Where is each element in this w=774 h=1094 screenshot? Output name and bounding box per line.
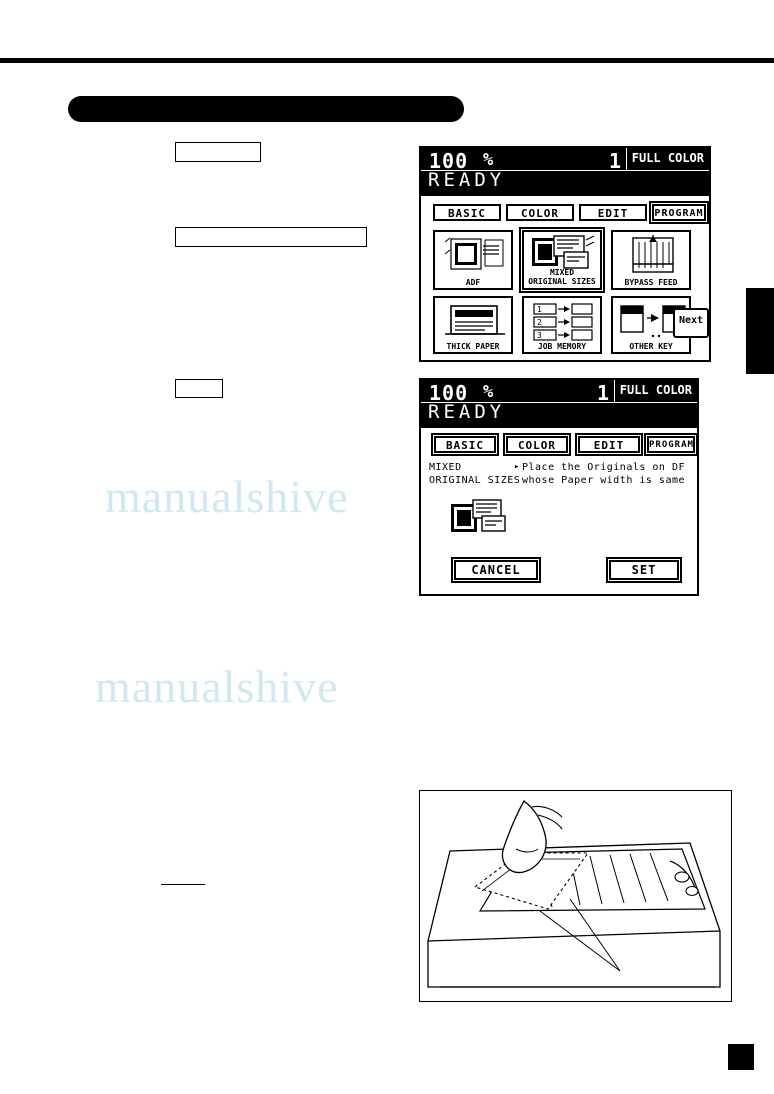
watermark-line-2: manualshive — [95, 661, 339, 712]
tab-row-1: BASIC COLOR EDIT PROGRAM — [421, 204, 709, 224]
function-mixed-label-line1: MIXED — [549, 268, 575, 277]
control-panel-screen-1: 100 % 1 FULL COLOR READY BASIC COLOR EDI… — [419, 146, 711, 362]
status-bar-2: 100 % 1 FULL COLOR READY — [421, 380, 697, 428]
adf-icon — [435, 234, 511, 276]
instruction-box-3 — [175, 379, 223, 398]
svg-text:3: 3 — [537, 331, 542, 340]
function-job-memory[interactable]: 1 2 3 JOB MEMORY — [522, 296, 602, 354]
section-heading-bar — [68, 96, 464, 122]
function-thick-paper[interactable]: THICK PAPER — [433, 296, 513, 354]
instruction-line1: Place the Originals on DF — [522, 462, 686, 473]
mixed-original-sizes-icon — [524, 234, 600, 269]
function-other-key-label: OTHER KEY — [629, 342, 673, 351]
svg-text:1: 1 — [537, 305, 542, 314]
page-canvas: manualshive manualshive C 100 % 1 FULL C… — [0, 0, 774, 1094]
percent-symbol-1: % — [483, 150, 494, 170]
control-panel-screen-2: 100 % 1 FULL COLOR READY BASIC COLOR EDI… — [419, 378, 699, 596]
illustration-document-feeder — [419, 790, 732, 1002]
function-bypass-feed[interactable]: BYPASS FEED — [611, 230, 691, 290]
tab-program-1[interactable]: PROGRAM — [652, 204, 706, 221]
function-thick-paper-label: THICK PAPER — [446, 342, 500, 351]
svg-text:2: 2 — [537, 318, 542, 327]
next-button[interactable]: Next — [673, 308, 709, 338]
function-mixed-label-line2: ORIGINAL SIZES — [528, 277, 596, 286]
tab-edit-2[interactable]: EDIT — [578, 436, 640, 453]
mode-label-line1: MIXED — [429, 462, 462, 473]
status-divider-2 — [614, 380, 615, 402]
bypass-feed-icon — [613, 234, 689, 276]
instruction-underline — [161, 884, 205, 885]
tab-basic-1[interactable]: BASIC — [433, 204, 501, 221]
page-top-rule — [0, 58, 774, 63]
thick-paper-icon — [435, 300, 511, 340]
function-adf-label: ADF — [465, 278, 481, 287]
function-job-memory-label: JOB MEMORY — [537, 342, 587, 351]
feeder-illustration-art — [420, 791, 731, 1001]
job-memory-icon: 1 2 3 — [524, 300, 600, 341]
percent-symbol-2: % — [483, 382, 494, 402]
tab-program-2[interactable]: PROGRAM — [647, 436, 695, 453]
tab-color-2[interactable]: COLOR — [506, 436, 568, 453]
cancel-button[interactable]: CANCEL — [454, 560, 538, 580]
function-mixed-original-sizes[interactable]: MIXED ORIGINAL SIZES — [522, 230, 602, 290]
set-button[interactable]: SET — [609, 560, 679, 580]
mode-label-line2: ORIGINAL SIZES — [429, 475, 521, 486]
instruction-box-1 — [175, 142, 261, 162]
page-number-block — [728, 1044, 754, 1070]
instruction-box-2 — [175, 227, 367, 247]
tab-basic-2[interactable]: BASIC — [434, 436, 496, 453]
color-mode-label-1: FULL COLOR — [631, 151, 704, 165]
color-mode-label-2: FULL COLOR — [619, 383, 692, 397]
function-bypass-feed-label: BYPASS FEED — [624, 278, 678, 287]
tab-color-1[interactable]: COLOR — [506, 204, 574, 221]
mixed-original-sizes-icon-2 — [449, 498, 519, 538]
tab-row-2: BASIC COLOR EDIT PROGRAM — [421, 436, 697, 456]
function-mixed-original-sizes-label: MIXED ORIGINAL SIZES — [524, 268, 600, 286]
function-adf[interactable]: ADF — [433, 230, 513, 290]
ready-message-2: READY — [428, 401, 506, 423]
status-bar-1: 100 % 1 FULL COLOR READY — [421, 148, 709, 196]
message-arrow: ▸ — [514, 462, 520, 472]
status-divider-1 — [626, 148, 627, 170]
watermark-line-1: manualshive — [105, 471, 349, 522]
chapter-thumb-tab — [746, 288, 774, 374]
tab-edit-1[interactable]: EDIT — [579, 204, 647, 221]
instruction-line2: whose Paper width is same — [522, 475, 686, 486]
ready-message-1: READY — [428, 169, 506, 191]
